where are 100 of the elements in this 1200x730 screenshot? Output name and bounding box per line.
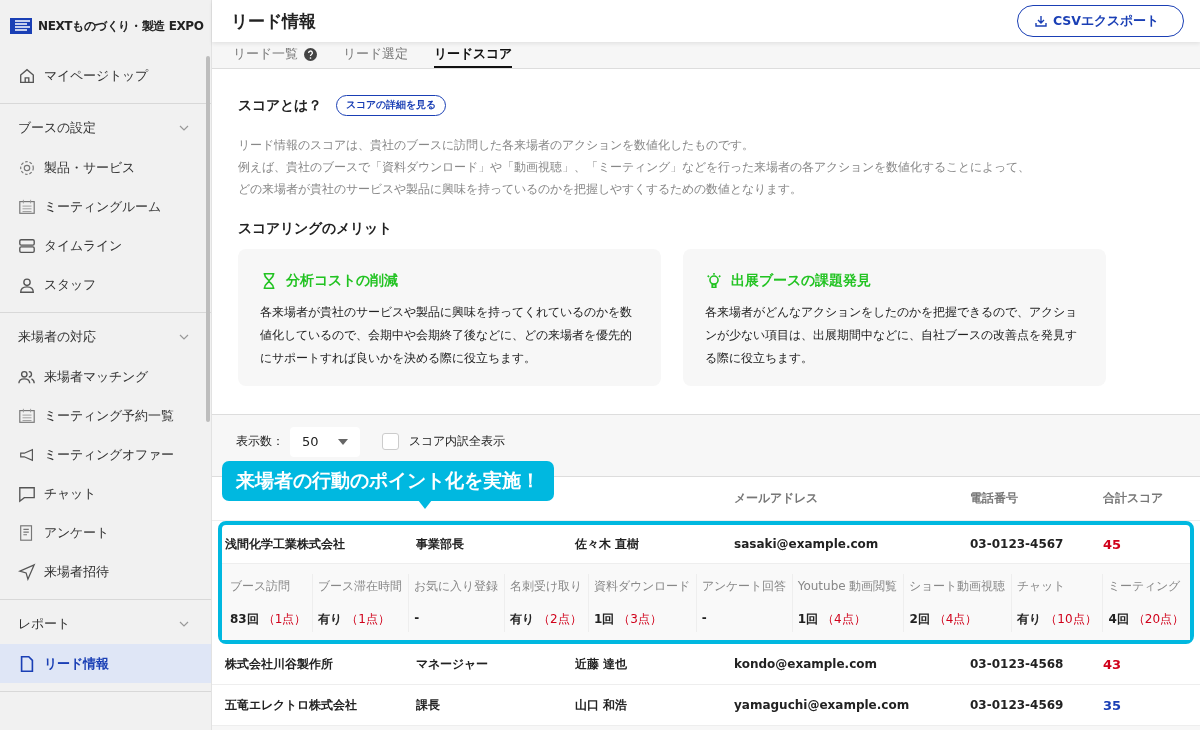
score-item-value: - xyxy=(414,611,420,625)
sidebar-item[interactable]: アンケート xyxy=(0,513,211,552)
callout-pointer xyxy=(418,500,432,509)
light-bulb-icon xyxy=(705,271,723,291)
expo-logo: NEXTものづくり・製造 EXPO xyxy=(38,17,204,35)
score-item-value: 有り xyxy=(1017,611,1042,628)
score-item-label: アンケート回答 xyxy=(701,578,787,595)
table-cell-text: 03-0123-4567 xyxy=(970,537,1065,551)
section-header[interactable]: ブースの設定 xyxy=(0,108,211,148)
card-text: 各来場者が貴社のサービスや製品に興味を持ってくれているのかを数値化しているので、会期中や会期終了後などに、どの来場者を優先的にサポートすれば良いかを決める際に役立ちます。 xyxy=(260,304,633,367)
csv-export-button[interactable]: CSVエクスポート xyxy=(1016,5,1184,37)
total-score: 45 xyxy=(1103,536,1123,552)
table-cell-text: 浅間化学工業株式会社 xyxy=(225,535,346,553)
score-item-value: - xyxy=(701,611,707,625)
logo-icon xyxy=(10,18,32,34)
sidebar-item[interactable]: ミーティングルーム xyxy=(0,187,211,226)
total-score: 35 xyxy=(1103,697,1123,713)
sidebar-item[interactable]: 来場者招待 xyxy=(0,552,211,591)
table-cell-text: 課長 xyxy=(416,696,441,714)
score-item-label: お気に入り登録 xyxy=(414,578,499,595)
score-points: （4点） xyxy=(933,611,978,628)
section-title: スコアとは？ xyxy=(238,96,322,115)
sidebar-item[interactable]: タイムライン xyxy=(0,226,211,265)
scrollbar[interactable] xyxy=(206,56,210,422)
per-page-dropdown[interactable]: 50 xyxy=(290,426,360,457)
dropdown-caret-icon xyxy=(338,438,348,445)
score-item-label: 資料ダウンロード xyxy=(593,578,691,595)
score-item-label: チャット xyxy=(1017,578,1067,595)
chevron-icon xyxy=(179,125,189,131)
calendar-icon xyxy=(18,197,36,216)
card-text: 各来場者がどんなアクションをしたのかを把握できるので、アクションが少ない項目は、出展期間中などに、自社ブースの改善点を発見する際に役立ちます。 xyxy=(705,304,1078,367)
table-cell-text: sasaki@example.com xyxy=(734,537,880,551)
card-title: 出展ブースの課題発見 xyxy=(731,272,871,290)
score-points: （1点） xyxy=(346,611,390,628)
table-cell-text: kondo@example.com xyxy=(734,657,879,671)
sidebar-item[interactable]: マイページトップ xyxy=(0,56,211,95)
paper-plane-icon xyxy=(18,562,36,581)
score-points: （3点） xyxy=(618,611,662,628)
table-cell-text: 株式会社川谷製作所 xyxy=(225,655,334,673)
score-points: （1点） xyxy=(262,611,307,628)
callout-banner: 来場者の行動のポイント化を実施！ xyxy=(222,461,554,501)
table-cell-text: 03-0123-4568 xyxy=(970,657,1065,671)
score-item-value: 4回 xyxy=(1108,611,1129,628)
tab[interactable]: リードスコア xyxy=(434,42,512,68)
score-item-value: 2回 xyxy=(909,611,930,628)
table-cell-text: 近藤 達也 xyxy=(575,655,629,673)
score-item-value: 83回 xyxy=(230,611,259,628)
sidebar-item[interactable]: ミーティングオファー xyxy=(0,435,211,474)
column-header: 電話番号 xyxy=(970,490,1019,507)
tab[interactable]: リード一覧 xyxy=(233,42,317,68)
score-item-label: Youtube 動画閲覧 xyxy=(797,578,899,595)
chevron-icon xyxy=(179,334,189,340)
description-text: 例えば、貴社のブースで「資料ダウンロード」や「動画視聴」、「ミーティング」などを行った来場者の各アクションを数値化することによって、 xyxy=(238,159,1031,176)
help-icon xyxy=(304,47,317,61)
score-item-label: ブース訪問 xyxy=(230,578,291,595)
sidebar-item[interactable]: 来場者マッチング xyxy=(0,357,211,396)
score-details-button[interactable]: スコアの詳細を見る xyxy=(336,95,446,116)
per-page-label: 表示数： xyxy=(236,433,284,450)
score-points: （2点） xyxy=(538,611,582,628)
column-header: 合計スコア xyxy=(1103,490,1164,507)
description-text: どの来場者が貴社のサービスや製品に興味を持っているのかを把握しやすくするための数値となります。 xyxy=(238,181,803,198)
download-icon xyxy=(1034,15,1047,27)
card-title: 分析コストの削減 xyxy=(286,272,398,290)
score-item-label: ブース滞在時間 xyxy=(318,578,404,595)
table-cell-text: 03-0123-4569 xyxy=(970,698,1065,712)
score-item-value: 1回 xyxy=(593,611,615,628)
tab[interactable]: リード選定 xyxy=(343,42,408,68)
section-header[interactable]: 来場者の対応 xyxy=(0,317,211,357)
page-title: リード情報 xyxy=(231,9,316,33)
section-header[interactable]: レポート xyxy=(0,604,211,644)
table-cell-text: 山口 和浩 xyxy=(575,696,629,714)
total-score: 43 xyxy=(1103,656,1123,672)
score-item-value: 有り xyxy=(510,611,534,628)
score-points: （10点） xyxy=(1045,611,1097,628)
checkbox-label: スコア内訳全表示 xyxy=(409,433,505,450)
rows-icon xyxy=(18,236,36,255)
calendar-list-icon xyxy=(18,406,36,425)
score-item-label: ミーティング xyxy=(1108,578,1182,595)
sidebar-item[interactable]: チャット xyxy=(0,474,211,513)
home-icon xyxy=(18,66,36,85)
score-item-value: 有り xyxy=(318,611,343,628)
table-cell-text: 佐々木 直樹 xyxy=(575,535,641,553)
sidebar-item[interactable]: 製品・サービス xyxy=(0,148,211,187)
score-item-label: ショート動画視聴 xyxy=(909,578,1007,595)
gear-icon xyxy=(18,158,36,177)
score-item-value: 1回 xyxy=(797,611,819,628)
sidebar-item[interactable]: ミーティング予約一覧 xyxy=(0,396,211,435)
table-cell-text: マネージャー xyxy=(416,655,489,673)
score-item-label: 名刺受け取り xyxy=(510,578,583,595)
table-cell-text: 五竜エレクトロ株式会社 xyxy=(225,696,358,714)
file-icon xyxy=(18,654,36,673)
chevron-icon xyxy=(179,621,189,627)
score-points: （20点） xyxy=(1132,611,1185,628)
column-header: メールアドレス xyxy=(734,490,819,507)
table-cell-text: 事業部長 xyxy=(416,535,465,553)
sidebar-item[interactable]: リード情報 xyxy=(0,644,211,683)
section-title: スコアリングのメリット xyxy=(238,220,393,238)
description-text: リード情報のスコアは、貴社のブースに訪問した各来場者のアクションを数値化したものです。 xyxy=(238,137,755,154)
sidebar-item[interactable]: スタッフ xyxy=(0,265,211,304)
breakdown-checkbox[interactable] xyxy=(382,433,399,450)
